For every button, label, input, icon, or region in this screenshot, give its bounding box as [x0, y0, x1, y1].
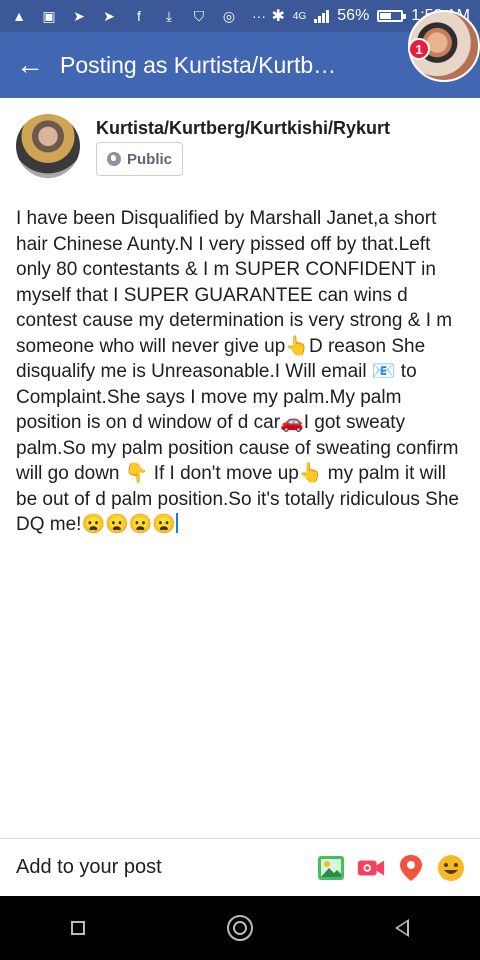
- battery-icon: [377, 10, 407, 22]
- privacy-label: Public: [127, 150, 173, 168]
- author-avatar: [16, 114, 80, 178]
- back-icon[interactable]: [395, 919, 409, 937]
- notification-badge: 1: [408, 38, 430, 60]
- battery-percent: 56%: [337, 7, 370, 24]
- post-text: I have been Disqualified by Marshall Jan…: [16, 208, 459, 535]
- back-arrow-icon[interactable]: ←: [0, 32, 60, 98]
- privacy-selector[interactable]: Public: [96, 142, 184, 176]
- post-text-area[interactable]: I have been Disqualified by Marshall Jan…: [16, 206, 466, 538]
- send-icon: ➤: [103, 7, 115, 24]
- text-cursor: [176, 513, 179, 533]
- more-icon: ···: [252, 8, 266, 24]
- bluetooth-icon: ✱: [271, 8, 285, 25]
- photo-icon[interactable]: [316, 853, 346, 883]
- location-pin-icon[interactable]: [396, 853, 426, 883]
- globe-icon: [107, 152, 121, 166]
- live-video-icon[interactable]: [356, 853, 386, 883]
- send-icon: ➤: [73, 7, 85, 24]
- feeling-emoji-icon[interactable]: [436, 853, 466, 883]
- warning-icon: ▲: [12, 8, 26, 24]
- download-icon: ⤓: [165, 7, 173, 24]
- recents-icon[interactable]: [71, 921, 85, 935]
- page-title: Posting as Kurtista/Kurtb…: [60, 51, 337, 78]
- instagram-icon: ◎: [222, 7, 236, 24]
- author-name: Kurtista/Kurtberg/Kurtkishi/Rykurt: [96, 118, 391, 138]
- add-to-post-bar[interactable]: Add to your post: [0, 838, 480, 896]
- network-type: 4G: [292, 10, 307, 22]
- home-icon[interactable]: [227, 915, 253, 941]
- signal-icon: [314, 9, 330, 23]
- status-bar: ▲ ▣ ➤ ➤ f ⤓ ⛉ ◎ ··· ✱ 4G 56% 1:58 AM: [0, 0, 480, 32]
- shield-icon: ⛉: [193, 7, 205, 24]
- facebook-icon: f: [137, 8, 141, 24]
- image-icon: ▣: [42, 7, 56, 24]
- add-to-post-label: Add to your post: [16, 856, 162, 878]
- notification-icons: ▲ ▣ ➤ ➤ f ⤓ ⛉ ◎ ···: [10, 7, 268, 25]
- system-nav-bar: [0, 896, 480, 960]
